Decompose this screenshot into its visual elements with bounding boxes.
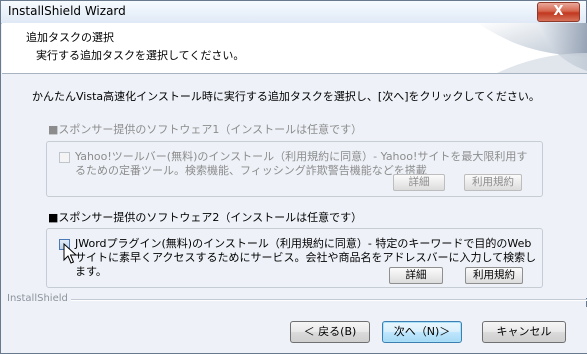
title-bar: InstallShield Wizard X — [1, 1, 586, 24]
footer-divider — [71, 299, 587, 301]
sponsor2-detail-button[interactable]: 詳細 — [389, 267, 443, 284]
sponsor2-heading: ■スポンサー提供のソフトウェア2（インストールは任意です） — [48, 211, 363, 224]
sponsor1-group: Yahoo!ツールバー(無料)のインストール（利用規約に同意）- Yahoo!サ… — [46, 141, 543, 197]
intro-text: かんたんVista高速化インストール時に実行する追加タスクを選択し、[次へ]をク… — [32, 90, 540, 103]
window-title: InstallShield Wizard — [8, 4, 126, 18]
sponsor2-terms-button[interactable]: 利用規約 — [465, 267, 523, 284]
sponsor1-terms-button[interactable]: 利用規約 — [464, 174, 522, 191]
sponsor2-group: JWordプラグイン(無料)のインストール（利用規約に同意）- 特定のキーワード… — [46, 228, 543, 288]
header-decoration-graphic — [467, 23, 587, 73]
installer-window: InstallShield Wizard X 追加タスクの選択 実行する追加タス… — [0, 0, 587, 354]
content-area: かんたんVista高速化インストール時に実行する追加タスクを選択し、[次へ]をク… — [2, 74, 587, 298]
close-button[interactable]: X — [537, 2, 580, 22]
installshield-brand-label: InstallShield — [7, 293, 68, 304]
mouse-pointer-icon — [63, 243, 77, 264]
sponsor1-checkbox[interactable] — [59, 152, 70, 163]
back-button[interactable]: ＜ 戻る(B) — [290, 321, 370, 343]
header-subtitle: 実行する追加タスクを選択してください。 — [36, 49, 245, 62]
button-bar: ＜ 戻る(B) 次へ（N)＞ キャンセル — [2, 307, 587, 353]
header-title: 追加タスクの選択 — [26, 31, 114, 44]
sponsor1-heading: ■スポンサー提供のソフトウェア1（インストールは任意です） — [48, 123, 363, 136]
header-panel: 追加タスクの選択 実行する追加タスクを選択してください。 — [2, 23, 587, 74]
next-button[interactable]: 次へ（N)＞ — [382, 321, 462, 343]
sponsor1-detail-button[interactable]: 詳細 — [393, 174, 445, 191]
cancel-button[interactable]: キャンセル — [482, 321, 566, 343]
